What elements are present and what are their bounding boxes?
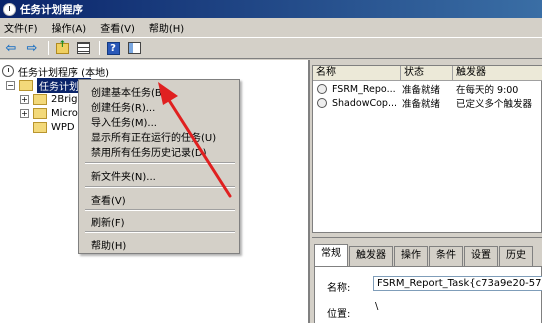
title-bar: 任务计划程序 xyxy=(0,0,542,18)
task-status: 准备就绪 xyxy=(402,85,441,96)
folder-up-icon xyxy=(55,40,69,54)
clock-icon xyxy=(2,65,14,77)
table-row[interactable]: FSRM_Repo... 准备就绪 在每天的 9:00 xyxy=(313,82,542,96)
help-icon: ? xyxy=(106,41,120,55)
task-name-field[interactable]: FSRM_Report_Task{c73a9e20-5711 xyxy=(373,276,542,291)
menu-item-refresh[interactable]: 刷新(F) xyxy=(91,214,125,229)
menu-item-help[interactable]: 帮助(H) xyxy=(91,237,126,252)
menu-view[interactable]: 查看(V) xyxy=(100,20,135,35)
forward-arrow-icon: ⇨ xyxy=(26,40,38,56)
menu-separator xyxy=(85,162,235,164)
folder-icon xyxy=(19,79,33,91)
menu-item-create-basic-task[interactable]: 创建基本任务(B)... xyxy=(91,84,175,99)
task-trigger: 已定义多个触发器 xyxy=(456,99,533,110)
expand-icon[interactable]: + xyxy=(20,108,29,118)
column-header-status[interactable]: 状态 xyxy=(401,66,453,81)
tab-general[interactable]: 常规 xyxy=(314,244,348,266)
menu-separator xyxy=(85,209,235,211)
task-list: 名称 状态 触发器 FSRM_Repo... 准备就绪 在每天的 9:00 Sh… xyxy=(312,65,542,233)
collapse-icon[interactable]: − xyxy=(6,80,15,90)
folder-icon xyxy=(33,93,47,105)
task-status: 准备就绪 xyxy=(402,99,441,110)
tree-item-2brig[interactable]: + 2Brig xyxy=(20,92,77,106)
menu-item-view[interactable]: 查看(V) xyxy=(91,192,126,207)
column-header-trigger[interactable]: 触发器 xyxy=(453,66,542,81)
tab-settings[interactable]: 设置 xyxy=(464,246,498,266)
menu-item-import-task[interactable]: 导入任务(M)... xyxy=(91,114,157,129)
folder-icon xyxy=(33,107,47,119)
toolbar: ⇦ ⇨ ? xyxy=(0,37,542,59)
task-trigger: 在每天的 9:00 xyxy=(456,85,519,96)
toolbar-separator xyxy=(99,41,100,55)
tree-item-label: 2Brig xyxy=(51,93,78,105)
context-menu: 创建基本任务(B)... 创建任务(R)... 导入任务(M)... 显示所有正… xyxy=(78,79,240,254)
general-tab-body: 名称: FSRM_Report_Task{c73a9e20-5711 位置: \ xyxy=(314,266,542,323)
toolbar-separator xyxy=(48,41,49,55)
task-scheduler-app-icon xyxy=(3,2,16,16)
tree-item-wpd[interactable]: WPD xyxy=(33,120,75,134)
back-arrow-icon: ⇦ xyxy=(5,40,17,56)
tree-root[interactable]: 任务计划程序 (本地) xyxy=(2,64,109,79)
menu-item-show-running-tasks[interactable]: 显示所有正在运行的任务(U) xyxy=(91,129,216,144)
tree-item-label: WPD xyxy=(51,121,75,133)
window-title: 任务计划程序 xyxy=(20,3,83,16)
location-label: 位置: xyxy=(327,309,351,320)
menu-action[interactable]: 操作(A) xyxy=(52,20,87,35)
menu-separator xyxy=(85,231,235,233)
tab-actions[interactable]: 操作 xyxy=(394,246,428,266)
task-name: FSRM_Repo... xyxy=(332,83,396,95)
menu-bar: 文件(F) 操作(A) 查看(V) 帮助(H) xyxy=(0,18,542,37)
show-hide-tree-icon xyxy=(76,42,90,54)
up-one-level-button[interactable] xyxy=(53,40,71,56)
menu-separator xyxy=(85,186,235,188)
back-button[interactable]: ⇦ xyxy=(2,40,20,56)
task-list-header: 名称 状态 触发器 xyxy=(313,66,542,81)
column-header-name[interactable]: 名称 xyxy=(313,66,401,81)
tab-conditions[interactable]: 条件 xyxy=(429,246,463,266)
task-name: ShadowCop... xyxy=(332,97,398,109)
location-value: \ xyxy=(375,301,379,312)
task-icon xyxy=(317,98,327,108)
show-hide-tree-button[interactable] xyxy=(74,40,92,56)
menu-help[interactable]: 帮助(H) xyxy=(149,20,184,35)
folder-icon xyxy=(33,121,47,133)
menu-file[interactable]: 文件(F) xyxy=(4,20,38,35)
menu-item-create-task[interactable]: 创建任务(R)... xyxy=(91,99,155,114)
task-details-pane: 常规 触发器 操作 条件 设置 历史 名称: FSRM_Report_Task{… xyxy=(312,237,542,323)
tree-root-label: 任务计划程序 (本地) xyxy=(18,67,109,79)
task-icon xyxy=(317,84,327,94)
menu-item-disable-task-history[interactable]: 禁用所有任务历史记录(D) xyxy=(91,144,207,159)
expand-icon[interactable]: + xyxy=(20,94,29,104)
help-button[interactable]: ? xyxy=(104,40,122,56)
tree-item-micro[interactable]: + Micro xyxy=(20,106,78,120)
action-pane-icon xyxy=(127,42,141,54)
forward-button[interactable]: ⇨ xyxy=(23,40,41,56)
tab-triggers[interactable]: 触发器 xyxy=(349,246,393,266)
table-row[interactable]: ShadowCop... 准备就绪 已定义多个触发器 xyxy=(313,96,542,110)
tree-item-label: Micro xyxy=(51,107,78,119)
tab-history[interactable]: 历史 xyxy=(499,246,533,266)
name-label: 名称: xyxy=(327,283,351,294)
action-pane-button[interactable] xyxy=(125,40,143,56)
details-tabs: 常规 触发器 操作 条件 设置 历史 xyxy=(314,244,534,266)
menu-item-new-folder[interactable]: 新文件夹(N)... xyxy=(91,168,156,183)
